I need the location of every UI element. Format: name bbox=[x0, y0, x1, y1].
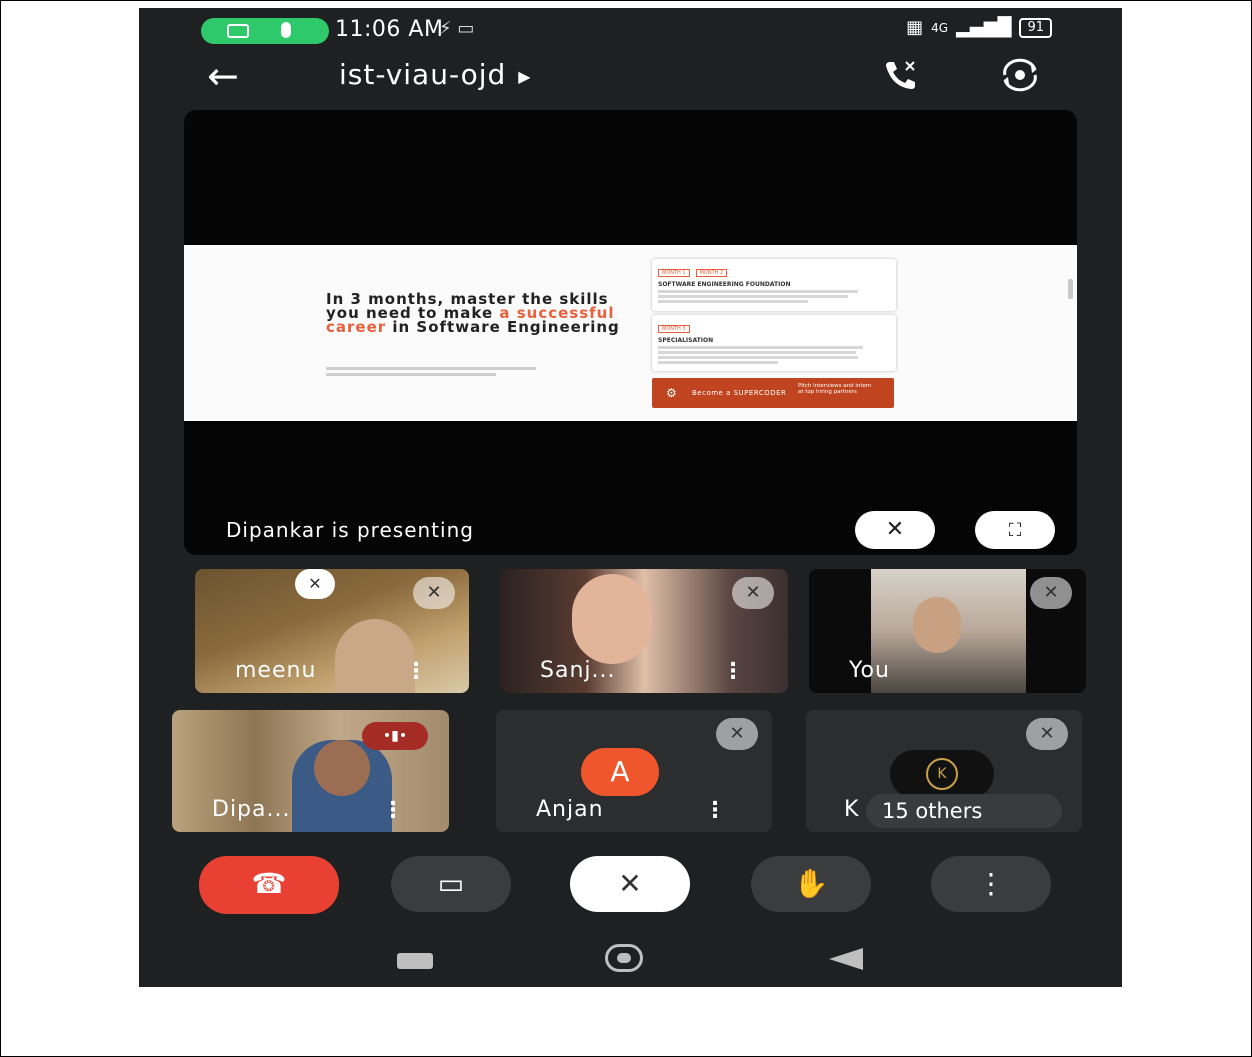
slide-card-foundation: MONTH 1 MONTH 2 SOFTWARE ENGINEERING FOUN… bbox=[652, 259, 896, 311]
back-nav-button[interactable] bbox=[829, 948, 863, 970]
video-camera-icon: ▭ bbox=[437, 867, 465, 900]
pin-off-icon: ✕ bbox=[295, 569, 335, 599]
signal-icon: ▂▄▆█ bbox=[956, 17, 1012, 38]
mic-off-icon: ✕ bbox=[732, 577, 774, 609]
camera-toggle-button[interactable]: ▭ bbox=[391, 856, 511, 912]
card-title: SOFTWARE ENGINEERING FOUNDATION bbox=[658, 281, 791, 288]
meeting-title[interactable]: ist-viau-ojd ▶ bbox=[339, 58, 532, 91]
more-options-icon[interactable]: ⋮ bbox=[382, 800, 404, 822]
status-right: ▦ 4G ▂▄▆█ 91 bbox=[906, 17, 1052, 38]
mic-off-icon: ✕ bbox=[716, 718, 758, 750]
mic-off-icon: ✕ bbox=[413, 577, 455, 609]
participant-tile-sanj[interactable]: ✕ Sanj... ⋮ bbox=[500, 569, 788, 693]
participant-tile-anjan[interactable]: A ✕ Anjan ⋮ bbox=[496, 710, 772, 832]
participant-tile-dipa[interactable]: •▮• Dipa... ⋮ bbox=[172, 710, 449, 832]
pin-off-button[interactable]: ✕ bbox=[855, 511, 935, 549]
card-tag: MONTH 1 bbox=[658, 269, 690, 277]
mic-off-icon: ✕ bbox=[1030, 577, 1072, 609]
slide-cta-banner: ⚙ Become a SUPERCODER Pitch interviews a… bbox=[652, 378, 894, 408]
participant-name: Anjan bbox=[536, 797, 604, 822]
slide-card-specialisation: MONTH 3 SPECIALISATION bbox=[652, 315, 896, 371]
recording-indicator bbox=[201, 18, 329, 44]
avatar-letter: K bbox=[926, 758, 958, 790]
meeting-code: ist-viau-ojd bbox=[339, 58, 507, 91]
avatar: K bbox=[890, 750, 994, 798]
participant-video bbox=[335, 619, 415, 693]
participant-video bbox=[572, 574, 652, 664]
hang-up-icon: ☎ bbox=[251, 867, 287, 900]
fullscreen-icon: ⛶ bbox=[1008, 520, 1022, 541]
participant-name: Sanj... bbox=[540, 658, 616, 683]
mic-toggle-button[interactable]: ✕ bbox=[570, 856, 690, 912]
phone-screen: 11:06 AM ⚡ ▭ ▦ 4G ▂▄▆█ 91 ← ist-viau-ojd… bbox=[139, 8, 1122, 987]
presenting-label: Dipankar is presenting bbox=[226, 518, 474, 542]
participant-tile-you[interactable]: ✕ You bbox=[809, 569, 1086, 693]
more-options-icon[interactable]: ⋮ bbox=[722, 661, 744, 683]
more-options-button[interactable]: ⋮ bbox=[931, 856, 1051, 912]
more-vertical-icon: ⋮ bbox=[977, 867, 1005, 900]
caret-right-icon: ▶ bbox=[518, 66, 532, 86]
participant-tile-meenu[interactable]: ✕ ✕ meenu ⋮ bbox=[195, 569, 469, 693]
home-nav-button[interactable] bbox=[605, 944, 643, 972]
pin-off-icon: ✕ bbox=[885, 517, 905, 542]
participant-video bbox=[292, 740, 392, 832]
card-tag: MONTH 2 bbox=[695, 269, 728, 277]
hand-icon: ✋ bbox=[793, 867, 829, 900]
status-bar: 11:06 AM ⚡ ▭ ▦ 4G ▂▄▆█ 91 bbox=[139, 8, 1122, 52]
participant-name: K bbox=[844, 797, 860, 822]
status-time: 11:06 AM bbox=[335, 17, 444, 42]
end-call-button[interactable]: ☎ bbox=[199, 856, 339, 914]
participant-name: meenu bbox=[235, 658, 317, 683]
participant-video bbox=[871, 569, 1026, 693]
phone-audio-icon[interactable] bbox=[877, 58, 923, 94]
trophy-icon: ⚙ bbox=[666, 386, 677, 400]
battery-level: 91 bbox=[1027, 19, 1044, 35]
recents-nav-button[interactable] bbox=[397, 953, 433, 969]
arrow-left-icon[interactable]: ← bbox=[207, 56, 239, 96]
card-tag: MONTH 3 bbox=[658, 325, 690, 333]
others-count[interactable]: 15 others bbox=[866, 794, 1062, 828]
status-notification-icons: ⚡ ▭ bbox=[439, 18, 475, 39]
switch-camera-icon[interactable] bbox=[997, 58, 1043, 94]
mic-indicator-icon bbox=[281, 22, 291, 38]
sim-icon: ▦ bbox=[906, 17, 924, 38]
participant-name: Dipa... bbox=[212, 797, 291, 822]
card-title: SPECIALISATION bbox=[658, 337, 714, 344]
mic-off-icon: ✕ bbox=[618, 867, 642, 900]
presentation-area[interactable]: In 3 months, master the skills you need … bbox=[184, 110, 1077, 555]
speaking-indicator-icon: •▮• bbox=[362, 722, 428, 750]
slide-headline: In 3 months, master the skills you need … bbox=[326, 292, 626, 336]
raise-hand-button[interactable]: ✋ bbox=[751, 856, 871, 912]
fullscreen-button[interactable]: ⛶ bbox=[975, 511, 1055, 549]
camera-indicator-icon bbox=[227, 24, 249, 38]
slide-subtext bbox=[326, 367, 556, 376]
shared-slide: In 3 months, master the skills you need … bbox=[184, 245, 1077, 421]
avatar: A bbox=[581, 748, 659, 796]
more-options-icon[interactable]: ⋮ bbox=[405, 661, 427, 683]
more-options-icon[interactable]: ⋮ bbox=[704, 800, 726, 822]
headline-part2: in Software Engineering bbox=[386, 318, 620, 336]
network-label: 4G bbox=[931, 20, 949, 35]
slide-scrollbar bbox=[1068, 279, 1073, 299]
mic-off-icon: ✕ bbox=[1026, 718, 1068, 750]
participant-tile-others[interactable]: K ✕ K 15 others bbox=[806, 710, 1082, 832]
participant-name: You bbox=[849, 658, 890, 683]
cta-right-text: Pitch interviews and intern at top hirin… bbox=[798, 383, 872, 395]
cta-left-text: Become a SUPERCODER bbox=[692, 389, 787, 397]
battery-icon: 91 bbox=[1019, 17, 1052, 38]
